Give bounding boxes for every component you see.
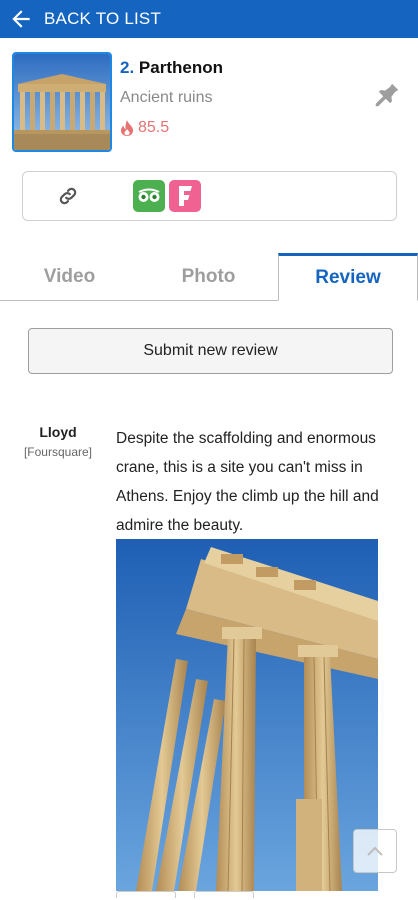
place-thumbnail[interactable] <box>12 52 112 152</box>
place-score: 85.5 <box>120 119 169 137</box>
place-number: 2. <box>120 58 135 77</box>
tab-review[interactable]: Review <box>278 253 418 301</box>
place-summary: 2. Parthenon Ancient ruins 85.5 <box>0 38 418 158</box>
scroll-to-top-button[interactable] <box>353 829 397 873</box>
review-text: Despite the scaffolding and enormous cra… <box>116 430 379 534</box>
place-title: 2. Parthenon <box>120 58 223 78</box>
flame-icon <box>121 120 133 136</box>
link-icon[interactable] <box>57 185 79 207</box>
photo-action[interactable] <box>116 891 176 898</box>
back-to-list-link[interactable]: BACK TO LIST <box>44 9 161 29</box>
foursquare-icon[interactable] <box>169 180 201 212</box>
pushpin-icon[interactable] <box>372 80 402 110</box>
chevron-up-icon <box>367 846 383 856</box>
place-score-value: 85.5 <box>138 119 170 136</box>
photo-action[interactable] <box>194 891 254 898</box>
place-category: Ancient ruins <box>120 89 213 106</box>
place-name: Parthenon <box>138 58 223 77</box>
review-photo[interactable] <box>116 539 378 891</box>
review-author: Lloyd [Foursquare] <box>0 424 116 459</box>
tab-photo[interactable]: Photo <box>139 253 278 300</box>
top-bar: BACK TO LIST <box>0 0 418 38</box>
content-tabs: Video Photo Review <box>0 253 418 301</box>
submit-review-button[interactable]: Submit new review <box>28 328 393 374</box>
review-source: [Foursquare] <box>23 445 93 459</box>
arrow-left-icon[interactable] <box>8 6 34 32</box>
external-links-box <box>22 171 397 221</box>
review-author-name[interactable]: Lloyd <box>0 424 116 440</box>
tab-video[interactable]: Video <box>0 253 139 300</box>
tripadvisor-icon[interactable] <box>133 180 165 212</box>
